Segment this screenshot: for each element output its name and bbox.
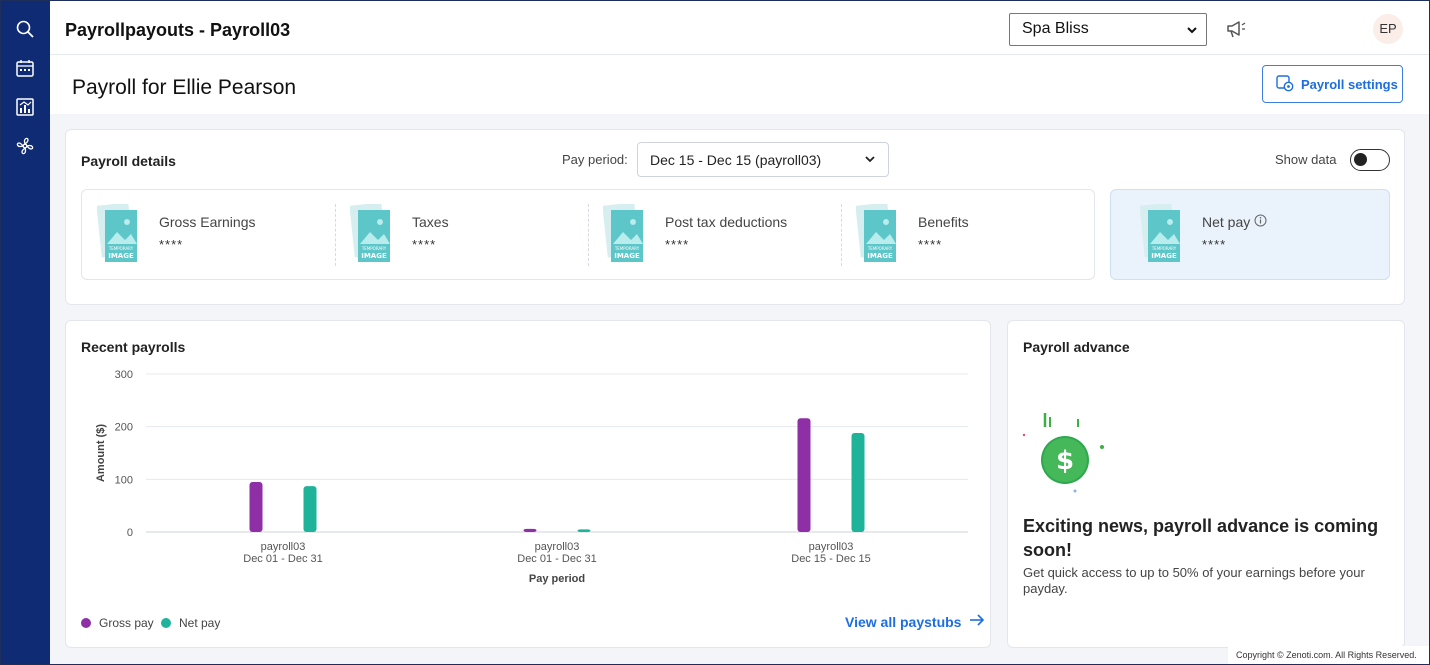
payroll-advance-title: Payroll advance (1023, 339, 1130, 355)
thumbnail-text: TEMPORARY (867, 246, 893, 251)
show-data-toggle[interactable] (1350, 149, 1390, 171)
metric-value: **** (159, 237, 184, 252)
net-pay-box: TEMPORARY IMAGE Net pay **** (1110, 189, 1390, 280)
fan-icon[interactable] (13, 134, 37, 158)
x-tick-label: Dec 15 - Dec 15 (791, 553, 870, 565)
metric-value: **** (665, 237, 690, 252)
legend-label: Net pay (179, 616, 221, 630)
thumbnail-text: IMAGE (614, 252, 640, 260)
x-tick-label: payroll03 (535, 541, 580, 553)
page-title: Payroll for Ellie Pearson (72, 76, 297, 99)
legend-gross-pay: Gross pay (81, 616, 154, 630)
thumbnail-text: IMAGE (361, 252, 387, 260)
thumbnail-text: TEMPORARY (1151, 246, 1177, 251)
view-all-paystubs-link[interactable]: View all paystubs (845, 613, 985, 630)
legend-net-pay: Net pay (161, 616, 220, 630)
pay-period-select[interactable]: Dec 15 - Dec 15 (payroll03) (637, 142, 889, 177)
metric-label: Net pay (1202, 214, 1251, 230)
placeholder-image-icon: TEMPORARY IMAGE (349, 202, 390, 264)
recent-payrolls-title: Recent payrolls (81, 339, 186, 355)
y-tick-label: 100 (115, 474, 133, 486)
show-data-label: Show data (1275, 152, 1337, 167)
placeholder-image-icon: TEMPORARY IMAGE (602, 202, 643, 264)
y-tick-label: 200 (115, 422, 133, 434)
metric-value: **** (918, 237, 943, 252)
placeholder-image-icon: TEMPORARY IMAGE (96, 202, 137, 264)
sidebar (1, 1, 50, 664)
metric-label: Taxes (412, 214, 449, 230)
metric-gross-earnings: TEMPORARY IMAGE Gross Earnings **** (82, 190, 335, 279)
x-tick-label: payroll03 (809, 541, 854, 553)
bar-net-pay (577, 529, 591, 532)
organization-select[interactable]: Spa Bliss (1009, 13, 1207, 46)
chevron-down-icon (1186, 23, 1198, 41)
payroll-advance-card: Payroll advance $ Exciting news, payroll… (1007, 320, 1405, 648)
chevron-down-icon (864, 152, 876, 168)
metric-taxes: TEMPORARY IMAGE Taxes **** (335, 190, 588, 279)
y-tick-label: 300 (115, 369, 133, 381)
legend-swatch (161, 618, 171, 628)
megaphone-icon[interactable] (1224, 17, 1248, 41)
x-tick-label: payroll03 (261, 541, 306, 553)
y-axis-label: Amount ($) (95, 424, 107, 482)
bar-net-pay (303, 486, 317, 532)
metric-benefits: TEMPORARY IMAGE Benefits **** (841, 190, 1094, 279)
arrow-right-icon (969, 613, 985, 630)
metric-value: **** (412, 237, 437, 252)
settings-icon (1275, 73, 1295, 96)
recent-payrolls-chart: 0100200300payroll03Dec 01 - Dec 31payrol… (95, 369, 968, 585)
organization-select-value: Spa Bliss (1022, 20, 1089, 37)
placeholder-image-icon: TEMPORARY IMAGE (855, 202, 896, 264)
net-pay-label-row: Net pay (1202, 214, 1267, 230)
payroll-advance-heading: Exciting news, payroll advance is coming… (1023, 516, 1379, 560)
recent-payrolls-card: Recent payrolls 0 100 200 300 payroll03 Dec 0… (65, 320, 991, 648)
payroll-settings-button[interactable]: Payroll settings (1262, 65, 1403, 103)
placeholder-image-icon: TEMPORARY IMAGE (1139, 202, 1180, 264)
y-tick-label: 0 (127, 527, 133, 539)
metric-label: Benefits (918, 214, 969, 230)
info-icon[interactable] (1254, 214, 1267, 230)
payroll-details-card: Payroll details Pay period: Dec 15 - Dec… (65, 129, 1405, 305)
thumbnail-text: TEMPORARY (108, 246, 134, 251)
metric-label: Post tax deductions (665, 214, 788, 230)
payroll-settings-label: Payroll settings (1301, 76, 1398, 92)
bar-net-pay (851, 432, 865, 532)
thumbnail-text: IMAGE (1151, 252, 1177, 260)
copyright-text: Copyright © Zenoti.com. All Rights Reser… (1228, 646, 1429, 664)
bar-gross-pay (249, 481, 263, 532)
pay-period-value: Dec 15 - Dec 15 (payroll03) (650, 152, 822, 168)
thumbnail-text: TEMPORARY (361, 246, 387, 251)
view-all-paystubs-label: View all paystubs (845, 613, 962, 630)
page-header: Payroll for Ellie Pearson Payroll settin… (50, 56, 1429, 114)
thumbnail-text: IMAGE (108, 252, 134, 260)
bar-gross-pay (523, 528, 537, 532)
thumbnail-text: TEMPORARY (614, 246, 640, 251)
metric-post-tax-deductions: TEMPORARY IMAGE Post tax deductions **** (588, 190, 841, 279)
search-icon[interactable] (13, 17, 37, 41)
metric-net-pay: TEMPORARY IMAGE Net pay **** (1125, 190, 1385, 279)
x-tick-label: Dec 01 - Dec 31 (243, 553, 322, 565)
top-bar: Payrollpayouts - Payroll03 Spa Bliss EP (50, 1, 1429, 55)
legend-swatch (81, 618, 91, 628)
x-tick-label: Dec 01 - Dec 31 (517, 553, 596, 565)
toggle-knob (1354, 153, 1367, 166)
app-title: Payrollpayouts - Payroll03 (65, 20, 291, 40)
payroll-advance-description: Get quick access to up to 50% of your ea… (1023, 565, 1365, 596)
thumbnail-text: IMAGE (867, 252, 893, 260)
calendar-icon[interactable] (13, 56, 37, 80)
svg-text:$: $ (1056, 446, 1074, 476)
dollar-coin-icon: $ (1020, 409, 1110, 495)
pay-period-label: Pay period: (562, 152, 628, 167)
avatar[interactable]: EP (1373, 14, 1403, 44)
metrics-box: TEMPORARY IMAGE Gross Earnings **** TEMPO… (81, 189, 1095, 280)
x-axis-label: Pay period (529, 573, 585, 585)
metric-label: Gross Earnings (159, 214, 256, 230)
payroll-details-title: Payroll details (81, 153, 176, 169)
metric-value: **** (1202, 237, 1227, 252)
content-area: Payroll details Pay period: Dec 15 - Dec… (50, 114, 1429, 664)
reports-icon[interactable] (13, 95, 37, 119)
legend-label: Gross pay (99, 616, 154, 630)
bar-gross-pay (797, 418, 811, 532)
